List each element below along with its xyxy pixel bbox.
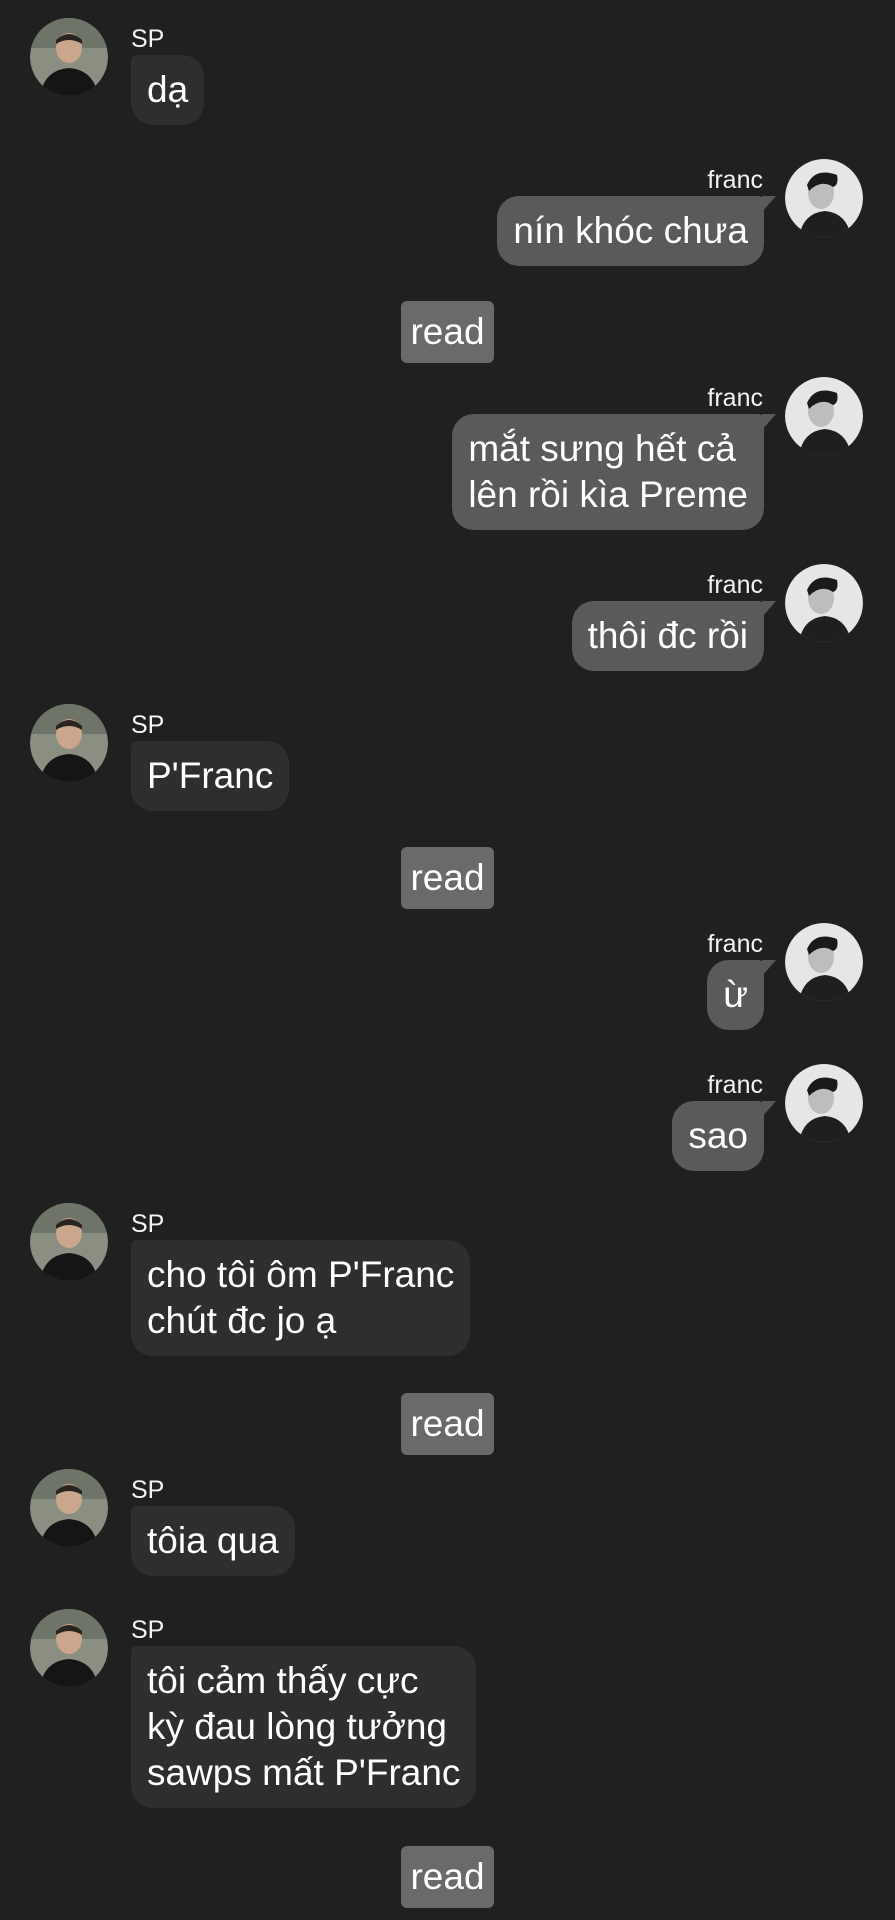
read-receipt: read bbox=[401, 1846, 494, 1908]
incoming-message-bubble[interactable]: tôi cảm thấy cực kỳ đau lòng tưởng sawps… bbox=[131, 1646, 477, 1808]
outgoing-message-bubble[interactable]: sao bbox=[672, 1101, 776, 1171]
franc-avatar[interactable] bbox=[785, 159, 863, 237]
sender-name: SP bbox=[131, 711, 165, 739]
sender-name: SP bbox=[131, 1210, 165, 1238]
outgoing-message-bubble[interactable]: mắt sưng hết cả lên rồi kìa Preme bbox=[452, 414, 776, 530]
franc-avatar[interactable] bbox=[785, 923, 863, 1001]
sender-name: SP bbox=[131, 25, 165, 53]
incoming-message-bubble[interactable]: P'Franc bbox=[131, 741, 290, 811]
franc-avatar[interactable] bbox=[785, 377, 863, 455]
read-receipt: read bbox=[401, 1393, 494, 1455]
sp-avatar[interactable] bbox=[30, 704, 108, 782]
franc-avatar[interactable] bbox=[785, 564, 863, 642]
sp-avatar[interactable] bbox=[30, 18, 108, 96]
franc-avatar[interactable] bbox=[785, 1064, 863, 1142]
chat-thread: SP dạ franc nín khóc chưa read franc mắt… bbox=[0, 0, 895, 1920]
outgoing-message-bubble[interactable]: ừ bbox=[707, 960, 776, 1030]
incoming-message-bubble[interactable]: tôia qua bbox=[131, 1506, 295, 1576]
incoming-message-bubble[interactable]: dạ bbox=[131, 55, 205, 125]
sp-avatar[interactable] bbox=[30, 1609, 108, 1687]
sp-avatar[interactable] bbox=[30, 1203, 108, 1281]
read-receipt: read bbox=[401, 301, 494, 363]
read-receipt: read bbox=[401, 847, 494, 909]
sender-name: franc bbox=[707, 384, 763, 412]
outgoing-message-bubble[interactable]: nín khóc chưa bbox=[497, 196, 776, 266]
sender-name: SP bbox=[131, 1476, 165, 1504]
sender-name: franc bbox=[707, 571, 763, 599]
sender-name: SP bbox=[131, 1616, 165, 1644]
sender-name: franc bbox=[707, 166, 763, 194]
incoming-message-bubble[interactable]: cho tôi ôm P'Franc chút đc jo ạ bbox=[131, 1240, 471, 1356]
sp-avatar[interactable] bbox=[30, 1469, 108, 1547]
sender-name: franc bbox=[707, 1071, 763, 1099]
sender-name: franc bbox=[707, 930, 763, 958]
outgoing-message-bubble[interactable]: thôi đc rồi bbox=[571, 601, 777, 671]
